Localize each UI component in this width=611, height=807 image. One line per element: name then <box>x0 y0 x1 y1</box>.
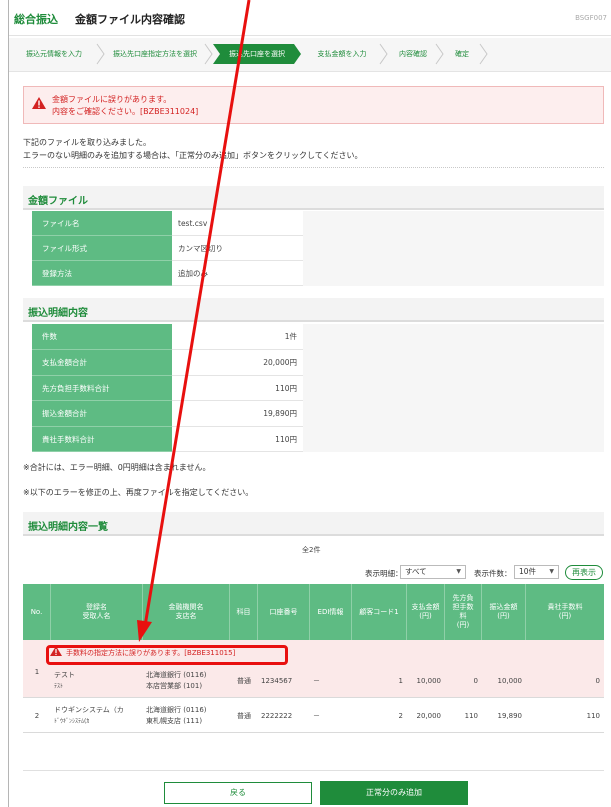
step-destination-method: 振込先口座指定方法を選択 <box>113 50 197 58</box>
warning-icon <box>32 97 46 109</box>
count-value: 1件 <box>172 324 303 350</box>
table-row: 2 ドウギンシステム（カ ﾄﾞｳｷﾞﾝｼｽﾃﾑ(ｶ 北海道銀行 (0116) 東札幌… <box>23 699 604 733</box>
file-section-title: 金額ファイル <box>28 196 88 207</box>
our-fee-total-value: 110円 <box>172 427 303 452</box>
step-enter-amount: 支払金額を入力 <box>317 50 367 58</box>
transfer-total-label: 振込金額合計 <box>32 401 172 427</box>
cell-edi: － <box>313 711 320 720</box>
th-no: No. <box>23 584 51 640</box>
th-account-number: 口座番号 <box>258 584 310 640</box>
th-name: 登録名 受取人名 <box>51 584 143 640</box>
category-label: 総合振込 <box>14 13 58 26</box>
register-method-label: 登録方法 <box>32 261 172 286</box>
note-totals: ※合計には、エラー明細、0円明細は含まれません。 <box>23 463 211 472</box>
step-confirm-content: 内容確認 <box>399 50 427 58</box>
th-account-type: 科目 <box>230 584 258 640</box>
cell-bank: 北海道銀行 (0116) 本店営業部 (101) <box>146 671 207 690</box>
cell-account-type: 普通 <box>237 676 251 685</box>
th-transfer: 振込金額 (円) <box>482 584 526 640</box>
th-edi: EDI情報 <box>310 584 352 640</box>
transfer-total-value: 19,890円 <box>172 401 303 427</box>
th-our-fee: 貴社手数料 (円) <box>547 603 583 620</box>
chevron-down-icon: ▼ <box>456 568 461 575</box>
error-text-line1: 金額ファイルに誤りがあります。 <box>52 95 172 104</box>
note-fix-errors: ※以下のエラーを修正の上、再度ファイルを指定してください。 <box>23 488 254 497</box>
th-recipient-fee: 先方負担手数料 (円) <box>445 584 482 640</box>
total-count: 全2件 <box>302 546 321 554</box>
cell-our-fee: 110 <box>586 711 600 720</box>
register-method-value: 追加のみ <box>172 261 303 286</box>
list-section-heading: 振込明細内容一覧 <box>23 512 604 536</box>
step-select-destination: 振込先口座を選択 <box>229 50 285 58</box>
file-format-label: ファイル形式 <box>32 236 172 261</box>
cell-payment: 10,000 <box>416 676 442 685</box>
cell-transfer: 19,890 <box>497 711 523 720</box>
th-payment: 支払金額 (円) <box>407 584 445 640</box>
cell-edi: － <box>313 676 320 685</box>
cell-our-fee: 0 <box>595 676 600 685</box>
detail-section-title: 振込明細内容 <box>28 308 88 319</box>
th-customer-code: 顧客コード1 <box>352 584 407 640</box>
payment-total-value: 20,000円 <box>172 350 303 376</box>
cell-no: 2 <box>34 711 40 720</box>
page-header: 総合振込 金額ファイル内容確認 BSGF007 <box>9 0 611 36</box>
main-frame: 総合振込 金額ファイル内容確認 BSGF007 振込元情報を入力 振込先口座指定… <box>8 0 611 807</box>
screen-code: BSGF007 <box>575 14 607 22</box>
file-table-blank <box>303 211 604 286</box>
our-fee-total-label: 貴社手数料合計 <box>32 427 172 452</box>
cell-no: 1 <box>34 668 40 676</box>
cell-transfer: 10,000 <box>497 676 523 685</box>
file-section-heading: 金額ファイル <box>23 186 604 210</box>
annotation-highlight-box <box>46 645 288 665</box>
list-section-title: 振込明細内容一覧 <box>28 522 108 533</box>
page-title: 金額ファイル内容確認 <box>75 13 185 26</box>
cell-name: ドウギンシステム（カ ﾄﾞｳｷﾞﾝｼｽﾃﾑ(ｶ <box>54 706 124 725</box>
detail-section-heading: 振込明細内容 <box>23 298 604 322</box>
count-label: 件数 <box>32 324 172 350</box>
step-finalize: 確定 <box>455 50 469 58</box>
step-source-info: 振込元情報を入力 <box>26 50 82 58</box>
error-text-line2: 内容をご確認ください。[BZBE311024] <box>52 107 199 116</box>
recipient-fee-total-value: 110円 <box>172 376 303 401</box>
cell-account-number: 2222222 <box>261 711 293 720</box>
filter-label: 表示明細： <box>365 569 403 578</box>
chevron-down-icon: ▼ <box>549 568 554 575</box>
cell-payment: 20,000 <box>416 711 442 720</box>
count-select-value: 10件 <box>519 567 537 576</box>
count-select-label: 表示件数： <box>474 569 512 578</box>
cell-account-type: 普通 <box>237 711 251 720</box>
add-valid-only-button[interactable]: 正常分のみ追加 <box>320 781 468 805</box>
recipient-fee-total-label: 先方負担手数料合計 <box>32 376 172 401</box>
filter-select-value: すべて <box>405 567 427 576</box>
step-progress-bar: 振込元情報を入力 振込先口座指定方法を選択 振込先口座を選択 支払金額を入力 内… <box>9 38 611 72</box>
table-header: No. 登録名 受取人名 金融機関名 支店名 科目 口座番号 EDI情報 顧客コード… <box>23 584 604 640</box>
button-bar <box>23 770 604 807</box>
detail-table-blank <box>303 324 604 452</box>
cell-name: テスト ﾃｽﾄ <box>54 671 75 690</box>
count-select[interactable]: 10件 ▼ <box>514 565 559 579</box>
file-name-value: test.csv <box>172 211 303 236</box>
payment-total-label: 支払金額合計 <box>32 350 172 376</box>
th-bank: 金融機関名 支店名 <box>143 584 230 640</box>
cell-customer-code: 2 <box>398 711 403 720</box>
file-format-value: カンマ区切り <box>172 236 303 261</box>
cell-recipient-fee: 0 <box>473 676 478 685</box>
file-name-label: ファイル名 <box>32 211 172 236</box>
back-button[interactable]: 戻る <box>164 782 312 804</box>
cell-bank: 北海道銀行 (0116) 東札幌支店 (111) <box>146 706 207 725</box>
cell-recipient-fee: 110 <box>464 711 478 720</box>
divider <box>23 167 604 168</box>
guidance-line2: エラーのない明細のみを追加する場合は、「正常分のみ追加」ボタンをクリックしてくだ… <box>23 151 363 160</box>
error-message-box: 金額ファイルに誤りがあります。 内容をご確認ください。[BZBE311024] <box>23 86 604 124</box>
table-row: 1 テスト ﾃｽﾄ 北海道銀行 (0116) 本店営業部 (101) 普通 1234… <box>23 664 604 698</box>
redisplay-button[interactable]: 再表示 <box>565 565 603 580</box>
cell-customer-code: 1 <box>398 676 403 685</box>
filter-select[interactable]: すべて ▼ <box>400 565 466 579</box>
cell-account-number: 1234567 <box>261 676 293 685</box>
guidance-line1: 下記のファイルを取り込みました。 <box>23 138 151 147</box>
